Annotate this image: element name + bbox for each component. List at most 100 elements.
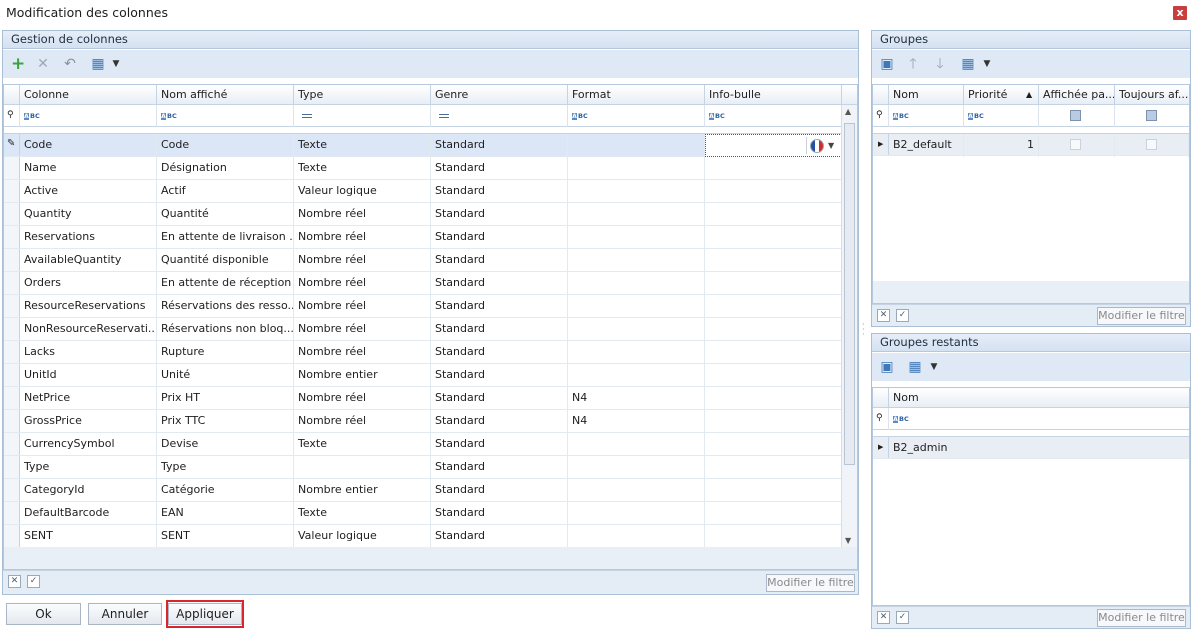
add-icon[interactable]: +	[11, 56, 25, 73]
filter-genre[interactable]	[431, 105, 568, 127]
table-row[interactable]: ResourceReservations Réservations des res…	[4, 295, 842, 318]
clear-filter-icon[interactable]: ✕	[877, 611, 890, 624]
table-row[interactable]: NetPrice Prix HT Nombre réel Standard N4	[4, 387, 842, 410]
cell-nom-affiche[interactable]: Prix TTC	[157, 410, 294, 433]
table-row[interactable]: CurrencySymbol Devise Texte Standard	[4, 433, 842, 456]
cell-nom-affiche[interactable]: Unité	[157, 364, 294, 387]
cell-info-bulle[interactable]	[705, 249, 842, 272]
cell-type[interactable]: Nombre entier	[294, 479, 431, 502]
table-row[interactable]: Lacks Rupture Nombre réel Standard	[4, 341, 842, 364]
dropdown-icon[interactable]: ▼	[929, 359, 939, 375]
filter-info-bulle[interactable]: ABC	[705, 105, 842, 127]
filter-nom[interactable]: ABC	[889, 408, 1189, 430]
cell-colonne[interactable]: NonResourceReservati...	[20, 318, 157, 341]
cell-genre[interactable]: Standard	[431, 364, 568, 387]
cell-genre[interactable]: Standard	[431, 410, 568, 433]
group-name-cell[interactable]: B2_admin	[889, 437, 1189, 460]
cell-colonne[interactable]: ResourceReservations	[20, 295, 157, 318]
cell-info-bulle[interactable]	[705, 502, 842, 525]
cell-type[interactable]: Nombre entier	[294, 364, 431, 387]
table-row[interactable]: Active Actif Valeur logique Standard	[4, 180, 842, 203]
assign-group-icon[interactable]: ▣	[879, 359, 895, 375]
col-header-genre[interactable]: Genre	[431, 85, 568, 105]
cell-format[interactable]	[568, 525, 705, 548]
cell-type[interactable]: Valeur logique	[294, 525, 431, 548]
cell-nom-affiche[interactable]: Réservations non bloq...	[157, 318, 294, 341]
table-row[interactable]: DefaultBarcode EAN Texte Standard	[4, 502, 842, 525]
cell-nom-affiche[interactable]: Devise	[157, 433, 294, 456]
cell-colonne[interactable]: Active	[20, 180, 157, 203]
cell-genre[interactable]: Standard	[431, 433, 568, 456]
col-header-nom[interactable]: Nom	[889, 85, 964, 105]
cell-format[interactable]	[568, 226, 705, 249]
assign-group-icon[interactable]: ▣	[879, 56, 895, 72]
cell-format[interactable]	[568, 433, 705, 456]
group-priority-cell[interactable]: 1	[964, 134, 1039, 157]
cell-info-bulle[interactable]	[705, 226, 842, 249]
cell-info-bulle[interactable]	[705, 479, 842, 502]
table-row[interactable]: ✎ Code Code Texte Standard ▼	[4, 134, 842, 157]
cell-colonne[interactable]: CategoryId	[20, 479, 157, 502]
cell-info-bulle[interactable]	[705, 157, 842, 180]
table-row[interactable]: NonResourceReservati... Réservations non …	[4, 318, 842, 341]
cell-type[interactable]: Nombre réel	[294, 318, 431, 341]
cell-genre[interactable]: Standard	[431, 226, 568, 249]
filter-checkbox[interactable]	[1146, 110, 1157, 121]
cell-colonne[interactable]: Quantity	[20, 203, 157, 226]
cell-type[interactable]	[294, 456, 431, 479]
table-row[interactable]: Name Désignation Texte Standard	[4, 157, 842, 180]
clear-filter-icon[interactable]: ✕	[8, 575, 21, 588]
table-row[interactable]: GrossPrice Prix TTC Nombre réel Standard N4	[4, 410, 842, 433]
move-down-icon[interactable]: 🡓	[933, 56, 947, 72]
cell-genre[interactable]: Standard	[431, 341, 568, 364]
cell-info-bulle[interactable]	[705, 433, 842, 456]
cell-format[interactable]	[568, 502, 705, 525]
cell-format[interactable]	[568, 318, 705, 341]
scroll-down-icon[interactable]: ▼	[845, 536, 851, 545]
cell-type[interactable]: Texte	[294, 433, 431, 456]
table-row[interactable]: SENT SENT Valeur logique Standard	[4, 525, 842, 548]
cell-format[interactable]	[568, 180, 705, 203]
modify-filter-button[interactable]: Modifier le filtre	[766, 574, 855, 592]
cell-info-bulle[interactable]	[705, 456, 842, 479]
col-header-format[interactable]: Format	[568, 85, 705, 105]
cell-format[interactable]: N4	[568, 387, 705, 410]
cell-genre[interactable]: Standard	[431, 318, 568, 341]
cell-colonne[interactable]: UnitId	[20, 364, 157, 387]
affichee-checkbox[interactable]	[1070, 139, 1081, 150]
col-header-info-bulle[interactable]: Info-bulle	[705, 85, 842, 105]
col-header-type[interactable]: Type	[294, 85, 431, 105]
col-header-colonne[interactable]: Colonne	[20, 85, 157, 105]
cell-genre[interactable]: Standard	[431, 525, 568, 548]
cell-info-bulle[interactable]	[705, 387, 842, 410]
cell-nom-affiche[interactable]: EAN	[157, 502, 294, 525]
cell-nom-affiche[interactable]: Désignation	[157, 157, 294, 180]
table-row[interactable]: Quantity Quantité Nombre réel Standard	[4, 203, 842, 226]
table-row[interactable]: Orders En attente de réception Nombre réel…	[4, 272, 842, 295]
cell-type[interactable]: Nombre réel	[294, 203, 431, 226]
filter-checkbox[interactable]	[1070, 110, 1081, 121]
ok-button[interactable]: Ok	[6, 603, 81, 625]
enable-filter-checkbox[interactable]: ✓	[27, 575, 40, 588]
cell-type[interactable]: Nombre réel	[294, 295, 431, 318]
cell-colonne[interactable]: Name	[20, 157, 157, 180]
cell-genre[interactable]: Standard	[431, 295, 568, 318]
cell-info-bulle[interactable]	[705, 341, 842, 364]
scroll-thumb[interactable]	[844, 123, 855, 465]
cell-info-bulle[interactable]	[705, 525, 842, 548]
layout-icon[interactable]: ▦	[959, 56, 977, 72]
cell-colonne[interactable]: AvailableQuantity	[20, 249, 157, 272]
cell-info-bulle[interactable]: ▼	[705, 134, 842, 157]
cell-nom-affiche[interactable]: Type	[157, 456, 294, 479]
cell-colonne[interactable]: NetPrice	[20, 387, 157, 410]
cell-format[interactable]	[568, 272, 705, 295]
modify-filter-button[interactable]: Modifier le filtre	[1097, 307, 1186, 325]
cell-genre[interactable]: Standard	[431, 456, 568, 479]
flag-icon[interactable]	[810, 139, 824, 153]
dropdown-icon[interactable]: ▼	[111, 56, 121, 72]
table-row[interactable]: ▶ B2_default 1	[873, 133, 1189, 157]
splitter-grip[interactable]: · · ·	[862, 321, 866, 339]
cell-info-bulle[interactable]	[705, 272, 842, 295]
cell-info-bulle[interactable]	[705, 295, 842, 318]
cell-genre[interactable]: Standard	[431, 387, 568, 410]
